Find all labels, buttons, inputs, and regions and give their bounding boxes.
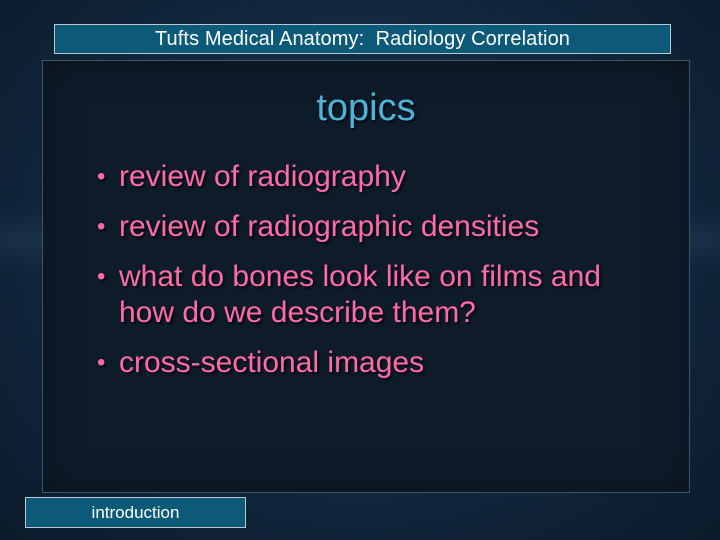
bullet-icon: •: [97, 163, 106, 190]
bullet-text: review of radiography: [119, 160, 406, 193]
bullet-item: • cross-sectional images: [95, 345, 655, 381]
footer-label: introduction: [91, 502, 180, 522]
content-panel: topics • review of radiography • review …: [42, 60, 690, 493]
bullet-icon: •: [97, 349, 106, 376]
bullet-item: • review of radiography: [95, 159, 655, 195]
bullet-item: • what do bones look like on films and h…: [95, 259, 655, 331]
bullet-icon: •: [97, 263, 106, 290]
slide-title: topics: [316, 87, 416, 129]
bullet-icon: •: [97, 213, 106, 240]
bullet-text: review of radiographic densities: [119, 210, 540, 243]
bullet-text: cross-sectional images: [119, 346, 425, 379]
footer-section-label: introduction: [25, 497, 246, 528]
bullet-text: what do bones look like on films and how…: [119, 260, 601, 329]
bullet-list: • review of radiography • review of radi…: [95, 159, 655, 395]
header-banner: Tufts Medical Anatomy: Radiology Correla…: [54, 24, 671, 54]
bullet-item: • review of radiographic densities: [95, 209, 655, 245]
header-title: Tufts Medical Anatomy: Radiology Correla…: [154, 27, 571, 50]
